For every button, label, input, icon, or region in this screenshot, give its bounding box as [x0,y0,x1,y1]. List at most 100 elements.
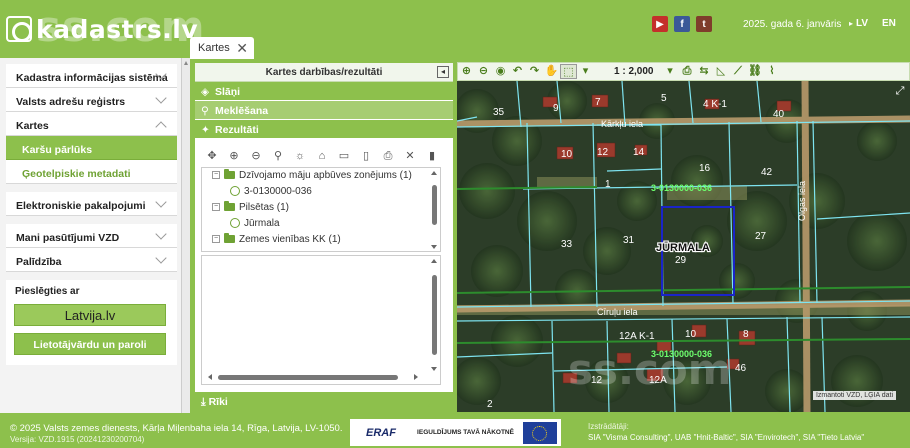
measure-area-icon[interactable]: ◺ [712,64,729,79]
pin-icon: ✦ [201,124,210,136]
sidebar-item-palidziba[interactable]: Palīdzība [6,248,177,272]
result-details [201,255,441,385]
sidebar-item-kartes[interactable]: Kartes [6,112,177,136]
tab-bar: Kartes ✕ [190,37,910,59]
section-search[interactable]: ⚲ Meklēšana [195,101,453,120]
language-en[interactable]: EN [882,18,896,29]
facebook-icon[interactable]: f [674,16,690,32]
tree-group[interactable]: − Pilsētas (1) [202,200,440,216]
detail-vscrollbar[interactable] [430,259,438,371]
street-label-cirulu: Cīruļu iela [597,307,638,317]
print-icon[interactable]: ⎙ [381,149,395,163]
language-lv[interactable]: ▸ LV [849,18,868,29]
chevron-down-icon[interactable]: ▾ [661,64,678,79]
zoom-out-icon[interactable]: ⊖ [475,64,492,79]
measure-line-icon[interactable]: ⟋ [729,64,746,79]
undo-icon[interactable]: ↶ [509,64,526,79]
close-icon[interactable]: ✕ [236,40,248,57]
folder-icon [224,169,235,180]
swap-icon[interactable]: ⇆ [695,64,712,79]
section-tools[interactable]: ⤓ Rīki [195,392,453,411]
home-icon[interactable]: ⌂ [315,149,329,163]
sidebar-item-adresu[interactable]: Valsts adrešu reģistrs [6,88,177,112]
map-scale[interactable]: 1 : 2,000 [614,66,653,77]
zoom-extent-icon[interactable]: ✥ [205,149,219,163]
parcel-label: 35 [493,107,505,118]
sidebar-item-kadastra[interactable]: Kadastra informācijas sistēma [6,64,177,88]
password-login-button[interactable]: Lietotājvārdu un paroli [14,333,166,355]
sidebar-subitem-metadati[interactable]: Ģeotelpiskie metadati [6,160,177,184]
social-links: ▶ f t [652,16,712,32]
detail-hscrollbar[interactable] [208,373,418,381]
latvija-login-button[interactable]: Latvija.lv [14,304,166,326]
arrow-right-icon: ▸ [849,19,854,28]
collapse-node-icon[interactable]: − [212,235,220,244]
eu-motto: IEGULDĪJUMS TAVĀ NĀKOTNĒ [417,429,514,436]
map-attribution[interactable]: Izmantoti VZD, LĢIA dati [812,391,896,400]
highlight-icon[interactable]: ☼ [293,149,307,163]
collapse-icon[interactable]: ◂ [437,66,449,78]
full-extent-icon[interactable]: ◉ [492,64,509,79]
map-svg: 35 9 7 5 4 K-1 40 10 12 14 16 1 42 33 31… [457,81,910,412]
parcel-label: 14 [633,147,645,158]
export-icon[interactable]: ▯ [359,149,373,163]
expand-map-icon[interactable]: ⤢ [894,85,906,97]
parcel-label: 42 [761,167,773,178]
chevron-down-icon [155,196,167,208]
sidebar: Kadastra informācijas sistēma Valsts adr… [0,58,190,413]
parcel-label: 1 [605,179,611,190]
feature-icon [230,218,240,229]
login-box: Pieslēgties ar Latvija.lv Lietotājvārdu … [6,280,177,365]
map-canvas[interactable]: 35 9 7 5 4 K-1 40 10 12 14 16 1 42 33 31… [457,81,910,412]
chevron-down-icon[interactable]: ▾ [577,64,594,79]
tab-kartes[interactable]: Kartes ✕ [190,37,254,59]
tree-item[interactable]: Jūrmala [202,216,440,232]
site-logo[interactable]: kadastrs.lv [6,14,198,44]
collapse-node-icon[interactable]: − [212,171,220,180]
sidebar-item-pakalpojumi[interactable]: Elektroniskie pakalpojumi [6,192,177,216]
parcel-label: 29 [675,255,687,266]
chevron-up-icon [155,121,167,133]
document-icon[interactable]: ▭ [337,149,351,163]
sidebar-nav: Kadastra informācijas sistēma Valsts adr… [6,64,177,272]
clear-icon[interactable]: ✕ [403,149,417,163]
zone-label: 3-0130000-036 [651,349,712,359]
youtube-icon[interactable]: ▶ [652,16,668,32]
link-icon[interactable]: ⛓ [746,64,763,79]
draw-icon[interactable]: ⌇ [763,64,780,79]
parcel-label: 31 [623,235,635,246]
zoom-in-icon[interactable]: ⊕ [458,64,475,79]
redo-icon[interactable]: ↷ [526,64,543,79]
tree-group[interactable]: − Dzīvojamo māju apbūves zonējums (1) [202,168,440,184]
parcel-label: 10 [685,329,697,340]
tree-group[interactable]: − Zemes vienības KK (1) [202,232,440,248]
zone-label: 3-0130000-036 [651,183,712,193]
zoom-in-icon[interactable]: ⊕ [227,149,241,163]
parcel-label: 12A K-1 [619,331,655,342]
print-icon[interactable]: ⎙ [678,64,695,79]
select-icon[interactable]: ⬚ [560,64,577,79]
map-toolbar: ⊕ ⊖ ◉ ↶ ↷ ✋ ⬚ ▾ 1 : 2,000 ▾ ⎙ ⇆ ◺ ⟋ ⛓ ⌇ [457,62,910,81]
parcel-label: 40 [773,109,785,120]
trash-icon[interactable]: ▮ [425,149,439,163]
pan-icon[interactable]: ✋ [543,64,560,79]
section-layers[interactable]: ◈ Slāņi [195,82,453,101]
tree-item[interactable]: 3-0130000-036 [202,184,440,200]
chevron-down-icon [155,252,167,264]
collapse-node-icon[interactable]: − [212,203,220,212]
zoom-out-icon[interactable]: ⊖ [249,149,263,163]
sidebar-scrollbar[interactable] [181,58,190,413]
developers-title: Izstrādātāji: [588,422,629,431]
find-icon[interactable]: ⚲ [271,149,285,163]
tree-scrollbar[interactable] [430,171,438,249]
parcel-label: 7 [595,97,601,108]
section-results[interactable]: ✦ Rezultāti [195,120,453,139]
city-label: JŪRMALA [656,242,710,254]
sidebar-item-pasutijumi[interactable]: Mani pasūtījumi VZD [6,224,177,248]
tab-label: Kartes [198,42,230,54]
eraf-logo: ERAF [366,426,396,439]
sidebar-subitem-karsu-parluks[interactable]: Karšu pārlūks [6,136,177,160]
results-panel: Kartes darbības/rezultāti ◂ ◈ Slāņi ⚲ Mekl… [194,62,454,412]
twitter-icon[interactable]: t [696,16,712,32]
parcel-label: 12A [649,375,667,386]
